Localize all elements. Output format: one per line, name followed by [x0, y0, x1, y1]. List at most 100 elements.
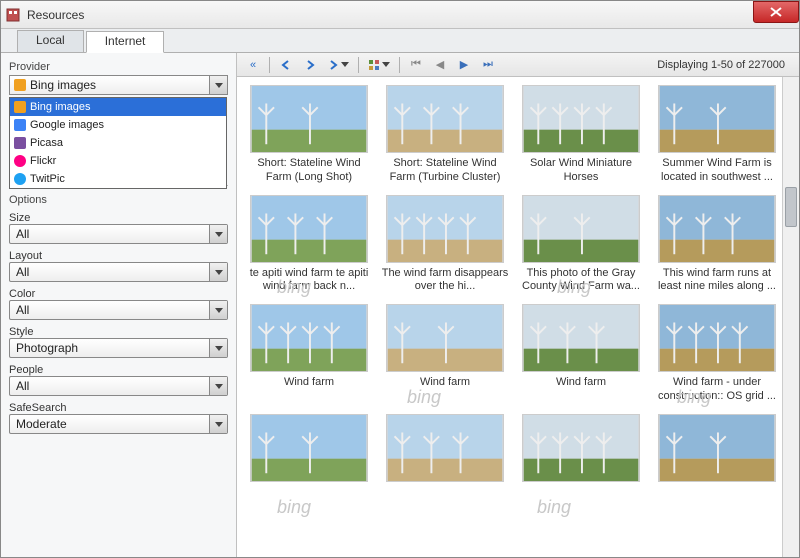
scrollbar-thumb[interactable] — [785, 187, 797, 227]
first-page-button[interactable]: ⏮ — [406, 56, 426, 74]
option-value: All — [16, 265, 29, 279]
option-combo-size[interactable]: All — [9, 224, 228, 244]
chevron-down-icon[interactable] — [209, 76, 227, 94]
result-caption: Wind farm — [516, 376, 646, 390]
provider-option-bing[interactable]: Bing images — [10, 98, 226, 116]
result-caption: The wind farm disappears over the hi... — [380, 267, 510, 295]
option-combo-style[interactable]: Photograph — [9, 338, 228, 358]
twitpic-icon — [14, 173, 26, 185]
result-caption: Wind farm — [380, 376, 510, 390]
chevron-down-icon[interactable] — [209, 263, 227, 281]
result-thumbnail[interactable] — [658, 304, 776, 372]
app-icon — [5, 7, 21, 23]
back-button[interactable] — [276, 56, 296, 74]
result-caption: te apiti wind farm te apiti wind farm ba… — [244, 267, 374, 295]
result-thumbnail[interactable] — [658, 195, 776, 263]
results-grid[interactable]: Short: Stateline Wind Farm (Long Shot)Sh… — [237, 77, 799, 557]
option-label-style: Style — [9, 326, 228, 338]
main-panel: « ⏮ ◀ ▶ ⏭ Displaying 1-50 of 227000 Shor… — [237, 53, 799, 557]
option-combo-color[interactable]: All — [9, 300, 228, 320]
option-label-size: Size — [9, 212, 228, 224]
option-value: All — [16, 379, 29, 393]
result-thumbnail[interactable] — [658, 414, 776, 482]
tab-internet[interactable]: Internet — [86, 31, 165, 53]
result-item[interactable]: Short: Stateline Wind Farm (Turbine Clus… — [380, 85, 510, 185]
option-value: Photograph — [16, 341, 78, 355]
result-caption: This wind farm runs at least nine miles … — [652, 267, 782, 295]
option-combo-safesearch[interactable]: Moderate — [9, 414, 228, 434]
chevron-down-icon[interactable] — [209, 415, 227, 433]
option-label-safesearch: SafeSearch — [9, 402, 228, 414]
result-item[interactable]: Wind farm — [380, 304, 510, 404]
result-thumbnail[interactable] — [522, 85, 640, 153]
result-thumbnail[interactable] — [522, 304, 640, 372]
result-item[interactable]: Summer Wind Farm is located in southwest… — [652, 85, 782, 185]
separator — [399, 57, 400, 73]
vertical-scrollbar[interactable] — [782, 77, 799, 557]
option-combo-people[interactable]: All — [9, 376, 228, 396]
result-item[interactable] — [516, 414, 646, 486]
provider-option-google[interactable]: Google images — [10, 116, 226, 134]
rewind-button[interactable]: « — [243, 56, 263, 74]
options-group: Options SizeAllLayoutAllColorAllStylePho… — [9, 185, 228, 434]
provider-option-twitpic[interactable]: TwitPic — [10, 170, 226, 188]
result-caption: This photo of the Gray County Wind Farm … — [516, 267, 646, 295]
toolbar: « ⏮ ◀ ▶ ⏭ Displaying 1-50 of 227000 — [237, 53, 799, 77]
options-label: Options — [9, 194, 228, 206]
option-combo-layout[interactable]: All — [9, 262, 228, 282]
option-label-people: People — [9, 364, 228, 376]
result-caption: Wind farm — [244, 376, 374, 390]
result-item[interactable]: te apiti wind farm te apiti wind farm ba… — [244, 195, 374, 295]
result-thumbnail[interactable] — [386, 414, 504, 482]
result-thumbnail[interactable] — [658, 85, 776, 153]
view-mode-button[interactable] — [365, 56, 393, 74]
provider-dropdown: Bing images Google images Picasa Flickr … — [9, 97, 227, 189]
result-item[interactable]: Wind farm - under construction:: OS grid… — [652, 304, 782, 404]
separator — [358, 57, 359, 73]
result-thumbnail[interactable] — [250, 304, 368, 372]
result-thumbnail[interactable] — [386, 85, 504, 153]
forward-menu-button[interactable] — [324, 56, 352, 74]
provider-label: Provider — [9, 61, 228, 73]
result-item[interactable]: Wind farm — [244, 304, 374, 404]
chevron-down-icon[interactable] — [209, 377, 227, 395]
result-item[interactable] — [380, 414, 510, 486]
google-icon — [14, 119, 26, 131]
provider-option-picasa[interactable]: Picasa — [10, 134, 226, 152]
result-item[interactable]: This photo of the Gray County Wind Farm … — [516, 195, 646, 295]
result-thumbnail[interactable] — [522, 414, 640, 482]
prev-page-button[interactable]: ◀ — [430, 56, 450, 74]
result-caption: Short: Stateline Wind Farm (Long Shot) — [244, 157, 374, 185]
option-label-color: Color — [9, 288, 228, 300]
result-item[interactable] — [244, 414, 374, 486]
result-item[interactable]: Wind farm — [516, 304, 646, 404]
result-item[interactable]: Solar Wind Miniature Horses — [516, 85, 646, 185]
result-thumbnail[interactable] — [250, 195, 368, 263]
picasa-icon — [14, 137, 26, 149]
result-item[interactable] — [652, 414, 782, 486]
results-status: Displaying 1-50 of 227000 — [657, 59, 793, 71]
sidebar: Provider Bing images Bing images Google … — [1, 53, 237, 557]
result-item[interactable]: Short: Stateline Wind Farm (Long Shot) — [244, 85, 374, 185]
tab-local[interactable]: Local — [17, 30, 84, 52]
provider-value: Bing images — [30, 78, 96, 92]
result-thumbnail[interactable] — [250, 414, 368, 482]
result-item[interactable]: The wind farm disappears over the hi... — [380, 195, 510, 295]
result-thumbnail[interactable] — [522, 195, 640, 263]
bing-icon — [14, 101, 26, 113]
last-page-button[interactable]: ⏭ — [478, 56, 498, 74]
close-button[interactable] — [753, 1, 799, 23]
option-value: Moderate — [16, 417, 67, 431]
result-thumbnail[interactable] — [250, 85, 368, 153]
result-thumbnail[interactable] — [386, 304, 504, 372]
chevron-down-icon[interactable] — [209, 339, 227, 357]
result-thumbnail[interactable] — [386, 195, 504, 263]
next-page-button[interactable]: ▶ — [454, 56, 474, 74]
chevron-down-icon[interactable] — [209, 225, 227, 243]
chevron-down-icon[interactable] — [209, 301, 227, 319]
forward-button[interactable] — [300, 56, 320, 74]
result-item[interactable]: This wind farm runs at least nine miles … — [652, 195, 782, 295]
provider-option-flickr[interactable]: Flickr — [10, 152, 226, 170]
provider-combo[interactable]: Bing images — [9, 75, 228, 95]
source-tabs: Local Internet — [1, 29, 799, 53]
